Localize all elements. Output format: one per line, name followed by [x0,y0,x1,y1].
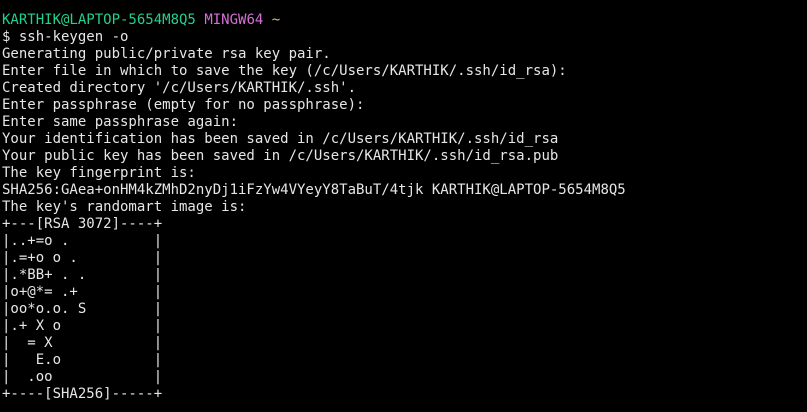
terminal-window[interactable]: KARTHIK@LAPTOP-5654M8Q5 MINGW64 ~ $ ssh-… [0,0,807,412]
randomart-line: |.=+o o . | [2,250,163,266]
randomart-line: |..+=o . | [2,233,163,249]
prompt-system: MINGW64 [204,12,264,28]
randomart-line: +----[SHA256]-----+ [2,386,163,402]
key-fingerprint: SHA256:GAea+onHM4kZMhD2nyDj1iFzYw4VYeyY8… [2,182,626,198]
output-line: Generating public/private rsa key pair. [2,46,331,62]
randomart-line: | .oo | [2,369,163,385]
output-line: Your public key has been saved in /c/Use… [2,148,559,164]
output-line: The key fingerprint is: [2,165,196,181]
prompt-user-host: KARTHIK@LAPTOP-5654M8Q5 [2,12,196,28]
output-line: Enter passphrase (empty for no passphras… [2,97,365,113]
output-line: Enter same passphrase again: [2,114,239,130]
output-line: Your identification has been saved in /c… [2,131,559,147]
randomart-line: |.+ X o | [2,318,163,334]
randomart-line: |.*BB+ . . | [2,267,163,283]
randomart-line: |oo*o.o. S | [2,301,163,317]
output-line: Created directory '/c/Users/KARTHIK/.ssh… [2,80,357,96]
prompt-path: ~ [271,12,281,28]
command-line: $ ssh-keygen -o [2,29,129,45]
randomart-line: +---[RSA 3072]----+ [2,216,163,232]
output-line: Enter file in which to save the key (/c/… [2,63,567,79]
randomart-line: |o+@*= .+ | [2,284,163,300]
randomart-line: | = X | [2,335,163,351]
output-line: The key's randomart image is: [2,199,247,215]
randomart-line: | E.o | [2,352,163,368]
shell-prompt: KARTHIK@LAPTOP-5654M8Q5 MINGW64 ~ [2,12,807,29]
